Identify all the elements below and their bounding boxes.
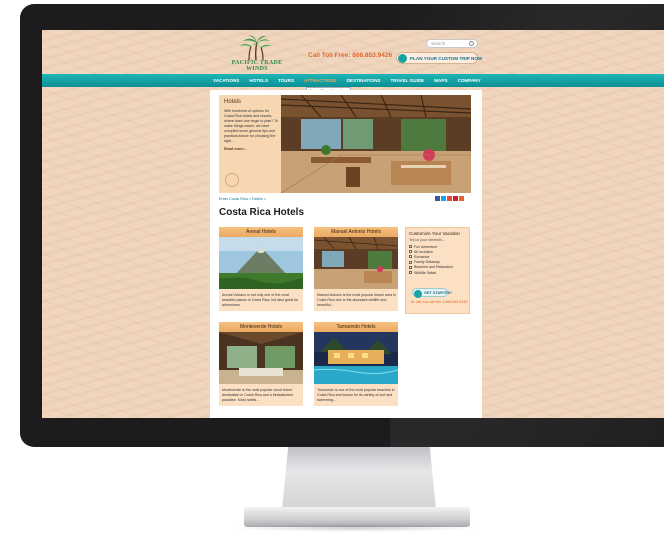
desktop-scene: PACIFIC TRADE WINDS Call Toll Free: 866.… (0, 0, 664, 534)
nav-item-maps[interactable]: MAPS (429, 74, 452, 87)
interest-options: Fun Adventure All Inclusive Romance Fami… (409, 244, 453, 275)
logo-wordmark: PACIFIC TRADE WINDS (231, 60, 283, 72)
manuel-antonio-hotel-image[interactable] (314, 237, 398, 289)
breadcrumb[interactable]: Enter Costa Rica > Hotels > (219, 197, 266, 201)
palm-trees-icon (240, 35, 272, 60)
social-share-icons (435, 196, 464, 201)
checkbox[interactable] (409, 245, 412, 249)
search-placeholder: Search (431, 40, 446, 46)
option-label: Fun Adventure (414, 244, 438, 249)
checkbox[interactable] (409, 255, 412, 259)
customize-vacation-panel: Customize Your Vacation Tell us your int… (405, 227, 470, 314)
option-label: Romance (414, 254, 430, 259)
card-title[interactable]: Manuel Antonio Hotels (314, 227, 398, 237)
monitor-shadow (230, 524, 480, 532)
toll-free-number: Call Toll Free: 866.853.9426 (308, 52, 393, 59)
search-input[interactable]: Search (426, 39, 478, 48)
checkbox[interactable] (409, 271, 412, 275)
nav-item-destinations[interactable]: DESTINATIONS (342, 74, 386, 87)
customize-title: Customize Your Vacation (409, 231, 460, 236)
pinterest-icon[interactable] (453, 196, 458, 201)
monteverde-hotel-image[interactable] (219, 332, 303, 384)
custom-trip-button[interactable]: PLAN YOUR CUSTOM TRIP NOW (396, 52, 482, 64)
interest-option[interactable]: Beaches and Relaxation (409, 265, 453, 270)
hotel-card-arenal[interactable]: Arenal Hotels Arenal Volcano is not only… (219, 227, 303, 311)
custom-trip-label: PLAN YOUR CUSTOM TRIP NOW (410, 55, 483, 61)
interest-option[interactable]: Wildlife Safari (409, 270, 453, 275)
compass-icon (398, 54, 407, 63)
card-description: Manuel Antonio is the most popular beach… (317, 293, 396, 307)
option-label: All Inclusive (414, 249, 433, 254)
google-plus-icon[interactable] (447, 196, 452, 201)
option-label: Family Getaway (414, 260, 440, 265)
hotel-card-tamarindo[interactable]: Tamarindo Hotels Tamarindo is one of the… (314, 322, 398, 406)
hotel-interior-image (281, 95, 471, 193)
hero-body: With hundreds of options for Costa Rica … (224, 109, 278, 143)
email-icon[interactable] (459, 196, 464, 201)
arenal-volcano-image[interactable] (219, 237, 303, 289)
hotel-card-manuel-antonio[interactable]: Manuel Antonio Hotels Manuel Antonio is … (314, 227, 398, 311)
option-label: Wildlife Safari (414, 270, 436, 275)
get-started-label: GET STARTED! (424, 291, 452, 296)
nav-item-vacations[interactable]: VACATIONS (208, 74, 244, 87)
hero-text-panel: Hotels With hundreds of options for Cost… (219, 95, 281, 193)
call-toll-free-text: Or call now toll free 1.866.853.9426 (410, 300, 468, 304)
card-description: Tamarindo is one of the most popular bea… (317, 388, 395, 402)
checkbox[interactable] (409, 260, 412, 264)
customize-subtitle: Tell us your interests... (409, 238, 445, 242)
compass-rose-icon (225, 173, 239, 187)
compass-icon (413, 289, 422, 298)
card-title[interactable]: Monteverde Hotels (219, 322, 303, 332)
site-header: PACIFIC TRADE WINDS Call Toll Free: 866.… (42, 30, 664, 74)
read-more-link[interactable]: Read more... (224, 147, 247, 151)
card-title[interactable]: Arenal Hotels (219, 227, 303, 237)
search-icon[interactable] (469, 41, 474, 46)
checkbox[interactable] (409, 265, 412, 269)
main-nav: VACATIONS HOTELS TOURS ATTRACTIONS DESTI… (42, 74, 664, 87)
option-label: Beaches and Relaxation (414, 265, 453, 270)
site-logo[interactable]: PACIFIC TRADE WINDS (226, 34, 284, 74)
monitor-stand-neck (282, 447, 436, 509)
card-description: Monteverde is the most popular cloud for… (222, 388, 294, 402)
browser-screen: PACIFIC TRADE WINDS Call Toll Free: 866.… (42, 30, 664, 418)
hotel-card-monteverde[interactable]: Monteverde Hotels Monteverde is the most… (219, 322, 303, 406)
facebook-icon[interactable] (435, 196, 440, 201)
nav-item-travel-guide[interactable]: TRAVEL GUIDE (385, 74, 429, 87)
card-title[interactable]: Tamarindo Hotels (314, 322, 398, 332)
nav-items: VACATIONS HOTELS TOURS ATTRACTIONS DESTI… (208, 74, 486, 87)
twitter-icon[interactable] (441, 196, 446, 201)
hero-photo-hotel-interior (281, 95, 471, 193)
nav-item-company[interactable]: COMPANY (453, 74, 486, 87)
nav-item-tours[interactable]: TOURS (273, 74, 299, 87)
get-started-button[interactable]: GET STARTED! (412, 288, 452, 298)
page-title: Costa Rica Hotels (219, 207, 305, 218)
main-content: Hotels With hundreds of options for Cost… (210, 90, 482, 418)
nav-item-attractions[interactable]: ATTRACTIONS (299, 74, 342, 87)
nav-item-hotels[interactable]: HOTELS (244, 74, 273, 87)
tamarindo-pool-image[interactable] (314, 332, 398, 384)
hero-title: Hotels (224, 99, 242, 105)
hero-banner: Hotels With hundreds of options for Cost… (219, 95, 471, 193)
card-description: Arenal Volcano is not only one of the mo… (222, 293, 299, 307)
checkbox[interactable] (409, 250, 412, 254)
